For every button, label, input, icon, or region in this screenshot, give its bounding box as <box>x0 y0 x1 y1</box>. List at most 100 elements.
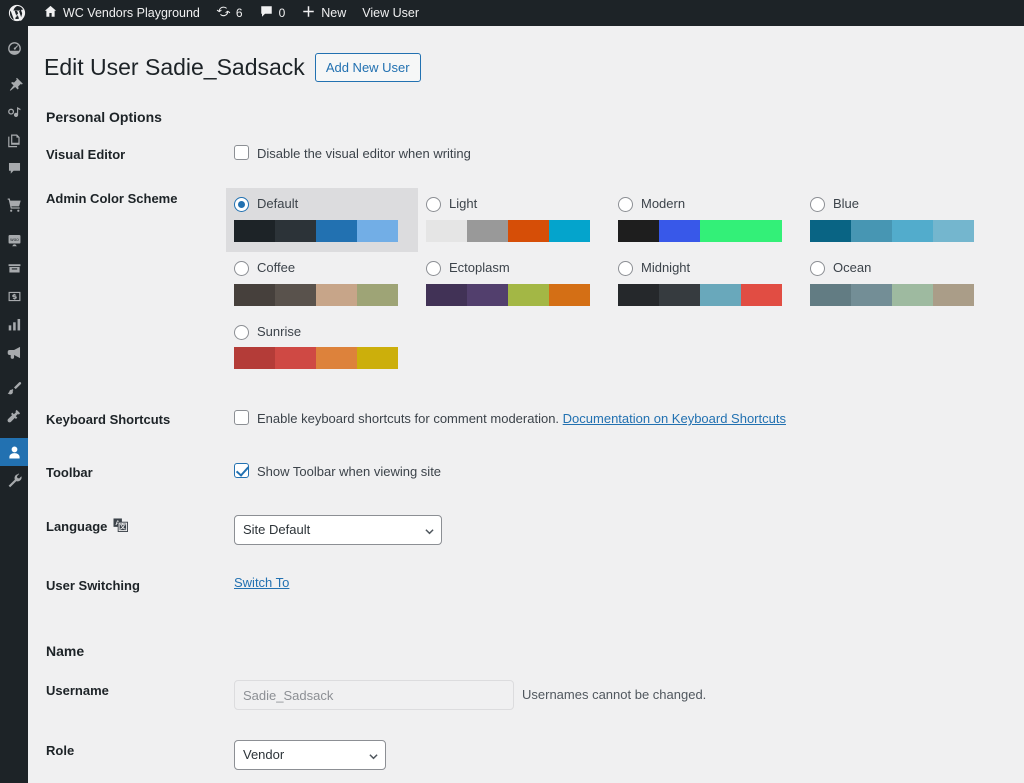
color-swatch <box>467 283 508 306</box>
role-select[interactable]: Vendor <box>234 740 386 771</box>
home-icon <box>43 4 58 22</box>
comments-menu[interactable]: 0 <box>251 0 294 26</box>
enable-keyboard-shortcuts-label: Enable keyboard shortcuts for comment mo… <box>257 411 560 427</box>
language-label: Language <box>46 519 108 535</box>
name-heading: Name <box>46 643 85 660</box>
color-scheme-option-light[interactable]: Light <box>418 188 610 252</box>
color-scheme-radio[interactable] <box>234 196 249 212</box>
color-scheme-option-sunrise[interactable]: Sunrise <box>226 316 418 380</box>
add-new-user-button[interactable]: Add New User <box>314 52 421 83</box>
color-scheme-radio[interactable] <box>618 196 633 212</box>
color-scheme-radio[interactable] <box>810 260 825 276</box>
sidebar-item-dashboard[interactable] <box>0 34 28 62</box>
color-scheme-radio[interactable] <box>618 260 633 276</box>
color-scheme-option-header: Blue <box>810 196 984 213</box>
color-swatch <box>618 283 659 306</box>
archive-box-icon <box>8 263 20 272</box>
color-swatch <box>467 219 508 242</box>
color-swatch <box>618 219 659 242</box>
sidebar-item-payments[interactable] <box>0 282 28 310</box>
role-value: Vendor <box>243 747 285 763</box>
color-swatch <box>234 347 275 370</box>
color-swatch <box>741 283 782 306</box>
site-name-label: WC Vendors Playground <box>63 6 200 20</box>
page-body: Edit User Sadie_Sadsack Add New User Per… <box>28 26 1024 783</box>
color-scheme-radio[interactable] <box>810 196 825 212</box>
comments-count: 0 <box>278 6 286 20</box>
sidebar-item-archive[interactable] <box>0 254 28 282</box>
color-scheme-option-ectoplasm[interactable]: Ectoplasm <box>418 252 610 316</box>
color-scheme-name: Sunrise <box>257 323 302 339</box>
sidebar-item-posts[interactable] <box>0 70 28 98</box>
sidebar-item-tools[interactable] <box>0 466 28 494</box>
color-scheme-palette <box>426 219 590 242</box>
translation-icon: A 文 <box>113 518 129 537</box>
sidebar-item-pages[interactable] <box>0 126 28 154</box>
sidebar-item-media[interactable] <box>0 98 28 126</box>
color-swatch <box>700 219 741 242</box>
color-scheme-palette <box>234 347 398 370</box>
color-scheme-options: Default Light Modern Blue Coffee Ectoplasm Mid… <box>226 187 994 380</box>
color-scheme-radio[interactable] <box>234 260 249 276</box>
new-content-menu[interactable]: New <box>293 0 354 26</box>
toolbar-label: Toolbar <box>46 465 93 481</box>
media-icon <box>7 106 20 117</box>
color-swatch <box>851 283 892 306</box>
keyboard-shortcuts-label: Keyboard Shortcuts <box>46 412 171 428</box>
sidebar-item-woocommerce[interactable] <box>0 190 28 218</box>
color-scheme-option-blue[interactable]: Blue <box>802 188 994 252</box>
view-user-link[interactable]: View User <box>354 0 427 26</box>
show-toolbar-checkbox[interactable]: Show Toolbar when viewing site <box>234 462 441 482</box>
color-scheme-palette <box>618 283 782 306</box>
color-swatch <box>700 283 741 306</box>
color-swatch <box>234 283 275 306</box>
color-scheme-radio[interactable] <box>426 196 441 212</box>
sidebar-item-analytics[interactable] <box>0 310 28 338</box>
comment-bubble-icon <box>8 162 20 174</box>
disable-visual-editor-checkbox[interactable]: Disable the visual editor when writing <box>234 144 471 164</box>
sidebar-item-users[interactable] <box>0 438 35 466</box>
language-select[interactable]: Site Default <box>234 515 442 546</box>
enable-keyboard-shortcuts-checkbox[interactable]: Enable keyboard shortcuts for comment mo… <box>234 409 786 429</box>
row-admin-color-scheme: Admin Color Scheme Default Light Modern Blu… <box>44 173 1004 395</box>
color-swatch <box>508 283 549 306</box>
color-scheme-option-midnight[interactable]: Midnight <box>610 252 802 316</box>
sidebar-item-products[interactable]: woo <box>0 226 28 254</box>
row-user-switching: User Switching Switch To <box>44 560 1004 613</box>
keyboard-shortcuts-doc-link[interactable]: Documentation on Keyboard Shortcuts <box>563 411 786 426</box>
svg-text:文: 文 <box>119 523 127 531</box>
color-scheme-radio[interactable] <box>426 260 441 276</box>
color-scheme-name: Ectoplasm <box>449 259 510 275</box>
color-scheme-option-ocean[interactable]: Ocean <box>802 252 994 316</box>
color-swatch <box>426 219 467 242</box>
sidebar-item-plugins[interactable] <box>0 402 28 430</box>
language-value: Site Default <box>243 522 311 538</box>
new-content-label: New <box>321 6 347 20</box>
show-toolbar-label: Show Toolbar when viewing site <box>257 464 442 480</box>
updates-menu[interactable]: 6 <box>208 0 251 26</box>
row-role: Role Vendor <box>44 725 1004 783</box>
user-icon <box>8 446 20 458</box>
color-swatch <box>275 283 316 306</box>
plus-icon <box>301 4 316 22</box>
switch-to-link[interactable]: Switch To <box>234 575 289 590</box>
color-scheme-option-coffee[interactable]: Coffee <box>226 252 418 316</box>
sidebar-item-comments[interactable] <box>0 154 28 182</box>
visual-editor-label: Visual Editor <box>46 146 126 162</box>
bar-chart-icon <box>8 318 20 330</box>
color-scheme-name: Coffee <box>257 259 296 275</box>
view-user-label: View User <box>362 6 420 20</box>
products-icon: woo <box>8 234 20 246</box>
sidebar-item-appearance[interactable] <box>0 374 28 402</box>
color-scheme-option-header: Coffee <box>234 260 408 277</box>
color-swatch <box>234 219 275 242</box>
color-scheme-option-modern[interactable]: Modern <box>610 188 802 252</box>
color-scheme-option-default[interactable]: Default <box>226 187 418 252</box>
sidebar-item-marketing[interactable] <box>0 338 28 366</box>
wordpress-logo-icon[interactable] <box>0 0 35 26</box>
color-swatch <box>357 283 398 306</box>
color-scheme-name: Midnight <box>641 259 691 275</box>
site-name-menu[interactable]: WC Vendors Playground <box>35 0 208 26</box>
color-scheme-option-header: Sunrise <box>234 324 408 341</box>
color-scheme-radio[interactable] <box>234 324 249 340</box>
